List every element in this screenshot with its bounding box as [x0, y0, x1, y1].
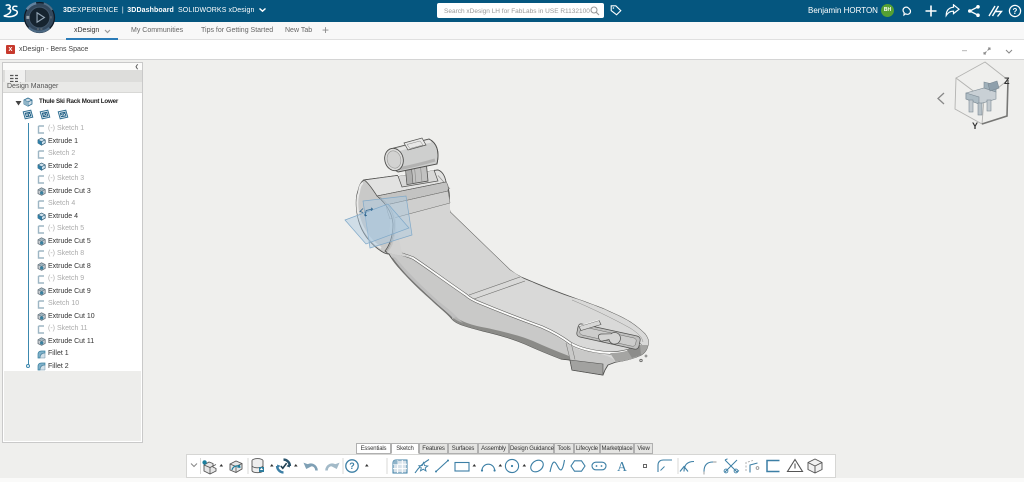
svg-text:?: ?: [1013, 7, 1018, 16]
svg-text:XY: XY: [26, 113, 31, 117]
svg-text:YZ: YZ: [43, 113, 48, 117]
svg-text:ZX: ZX: [61, 113, 66, 117]
svg-text:A: A: [617, 459, 627, 474]
svg-text:Z: Z: [1004, 76, 1010, 86]
svg-text:?: ?: [349, 461, 355, 471]
svg-text:Y: Y: [972, 121, 978, 131]
